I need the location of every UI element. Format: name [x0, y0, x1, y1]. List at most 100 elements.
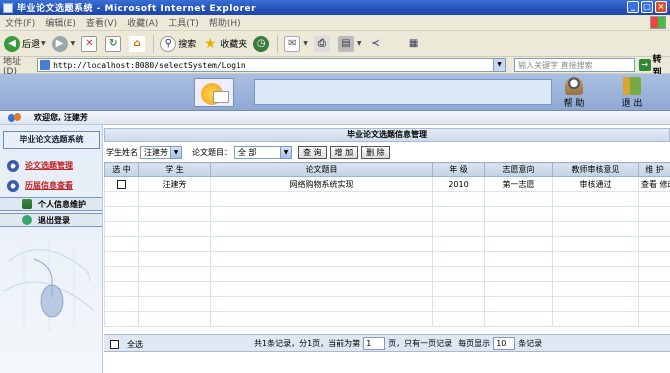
student-name-value: 汪建芳 — [144, 147, 168, 157]
history-button[interactable]: ◷ — [253, 35, 271, 52]
sidebar-item-topic-management[interactable]: 论文选题管理 — [3, 157, 102, 174]
edit-icon: ▤ — [337, 35, 354, 52]
cell-topic: 网络购物系统实现 — [210, 176, 433, 192]
topics-table: 选 中 学 生 论文题目 年 级 志愿意向 教师审核意见 维 护 汪建芳 网络购… — [104, 162, 670, 327]
help-icon — [565, 77, 583, 95]
cell-grade: 2010 — [432, 176, 485, 192]
current-page-input[interactable] — [363, 337, 386, 350]
table-header: 选 中 学 生 论文题目 年 级 志愿意向 教师审核意见 维 护 — [104, 162, 670, 177]
topic-select[interactable]: 全 部 ▼ — [234, 145, 292, 159]
delete-button[interactable]: 删 除 — [361, 145, 390, 159]
per-page-unit: 条记录 — [518, 339, 543, 348]
mail-icon: ✉ — [284, 35, 301, 52]
maximize-button[interactable]: □ — [641, 1, 653, 13]
profile-icon — [22, 199, 32, 209]
sidebar-item-logout[interactable]: 退出登录 — [0, 213, 102, 227]
topic-label: 论文题目： — [192, 147, 232, 157]
refresh-button[interactable]: ↻ — [105, 35, 123, 52]
sidebar: 毕业论文选题系统 论文选题管理 历届信息查看 个人信息维护 退出登录 — [0, 125, 103, 373]
column-header-grade: 年 级 — [432, 162, 485, 177]
back-label: 后退 — [22, 40, 41, 50]
stop-button[interactable]: ✕ — [81, 35, 99, 52]
exit-button[interactable]: 退 出 — [616, 77, 648, 109]
cell-review: 审核通过 — [552, 176, 639, 192]
chevron-down-icon: ▼ — [170, 146, 181, 158]
exit-label: 退 出 — [621, 99, 643, 109]
favorites-button[interactable]: ★ 收藏夹 — [202, 36, 247, 52]
empty-row — [104, 221, 670, 237]
page-banner: 帮 助 退 出 — [0, 74, 670, 111]
help-button[interactable]: 帮 助 — [558, 77, 590, 109]
play-bullet-icon — [7, 159, 19, 172]
menu-view[interactable]: 查看(V) — [81, 16, 122, 29]
welcome-strip: 欢迎您, 汪建芳 — [0, 111, 670, 125]
empty-row — [104, 266, 670, 282]
menu-tools[interactable]: 工具(T) — [163, 16, 204, 29]
back-arrow-icon: ◀ — [4, 35, 20, 52]
sidebar-title: 毕业论文选题系统 — [3, 131, 100, 149]
column-header-select: 选 中 — [104, 162, 139, 177]
column-header-review: 教师审核意见 — [552, 162, 639, 177]
history-icon: ◷ — [253, 35, 270, 52]
menu-bar: 文件(F) 编辑(E) 查看(V) 收藏(A) 工具(T) 帮助(H) — [0, 15, 670, 31]
menu-file[interactable]: 文件(F) — [0, 16, 40, 29]
add-button[interactable]: 增 加 — [329, 145, 359, 159]
close-button[interactable]: × — [655, 1, 667, 13]
star-icon: ★ — [204, 35, 217, 52]
per-page-label: 每页显示 — [458, 339, 491, 348]
cell-student: 汪建芳 — [138, 176, 211, 192]
topic-value: 全 部 — [238, 147, 257, 157]
back-button[interactable]: ◀ 后退 ▼ — [4, 35, 46, 52]
address-input[interactable]: http://localhost:8080/selectSystem/Login… — [37, 58, 507, 72]
go-arrow-icon: → — [638, 59, 651, 71]
chevron-down-icon: ▼ — [280, 146, 291, 158]
main-panel: 毕业论文选题信息管理 学生姓名 汪建芳 ▼ 论文题目： 全 部 ▼ 查 询 增 … — [104, 125, 670, 373]
select-all[interactable]: 全选 — [110, 339, 143, 350]
page-icon — [40, 60, 51, 70]
home-button[interactable]: ⌂ — [129, 35, 147, 52]
filter-bar: 学生姓名 汪建芳 ▼ 论文题目： 全 部 ▼ 查 询 增 加 删 除 — [104, 144, 670, 160]
users-icon — [8, 112, 22, 123]
sidebar-item-history[interactable]: 历届信息查看 — [3, 177, 102, 194]
cell-actions[interactable]: 查看 修改 — [638, 176, 670, 192]
sidebar-bar-label: 个人信息维护 — [38, 199, 86, 209]
edit-button[interactable]: ▤ ▼ — [337, 35, 362, 52]
empty-row — [104, 251, 670, 267]
column-header-actions: 维 护 — [638, 162, 670, 177]
forward-button[interactable]: ▶ ▼ — [51, 35, 75, 52]
logout-icon — [22, 215, 32, 225]
per-page-input[interactable] — [493, 337, 516, 350]
address-bar: 地址(D) http://localhost:8080/selectSystem… — [0, 55, 670, 78]
search-button[interactable]: ⚲ 搜索 — [160, 35, 196, 52]
window-title: 毕业论文选题系统 - Microsoft Internet Explorer — [17, 4, 257, 14]
address-url: http://localhost:8080/selectSystem/Login — [53, 60, 246, 70]
forward-arrow-icon: ▶ — [51, 35, 68, 52]
mail-button[interactable]: ✉ ▼ — [284, 35, 308, 52]
view-edit-links[interactable]: 查看 修改 — [641, 180, 670, 189]
keyword-search-input[interactable]: 输入关键字 直接搜索 — [514, 58, 635, 72]
sidebar-item-label: 历届信息查看 — [25, 181, 73, 190]
banner-box — [254, 79, 552, 105]
menu-help[interactable]: 帮助(H) — [204, 16, 246, 29]
sidebar-item-profile[interactable]: 个人信息维护 — [0, 197, 102, 211]
empty-row — [104, 311, 670, 327]
play-bullet-icon — [7, 179, 19, 192]
print-button[interactable]: ⎙ — [313, 35, 332, 52]
menu-favorites[interactable]: 收藏(A) — [122, 16, 163, 29]
query-button[interactable]: 查 询 — [298, 145, 327, 159]
pagination-summary: 共1条记录，分1页，当前为第 — [254, 339, 361, 348]
window-titlebar: 毕业论文选题系统 - Microsoft Internet Explorer _… — [0, 0, 670, 15]
minimize-button[interactable]: _ — [627, 1, 639, 13]
exit-icon — [623, 77, 641, 95]
pagination: 共1条记录，分1页，当前为第 页，只有一页记录 每页显示 条记录 — [254, 337, 542, 350]
student-name-select[interactable]: 汪建芳 ▼ — [140, 145, 182, 159]
decorative-mouse-graphic — [4, 241, 94, 331]
research-button[interactable]: ▦ — [406, 36, 424, 52]
row-checkbox[interactable] — [117, 179, 126, 189]
address-dropdown-icon[interactable]: ▼ — [493, 59, 506, 71]
messenger-button[interactable]: ≺ — [368, 36, 386, 52]
select-all-checkbox[interactable] — [110, 340, 119, 349]
printer-icon: ⎙ — [313, 35, 330, 52]
menu-edit[interactable]: 编辑(E) — [40, 16, 81, 29]
messenger-icon: ≺ — [371, 38, 380, 49]
